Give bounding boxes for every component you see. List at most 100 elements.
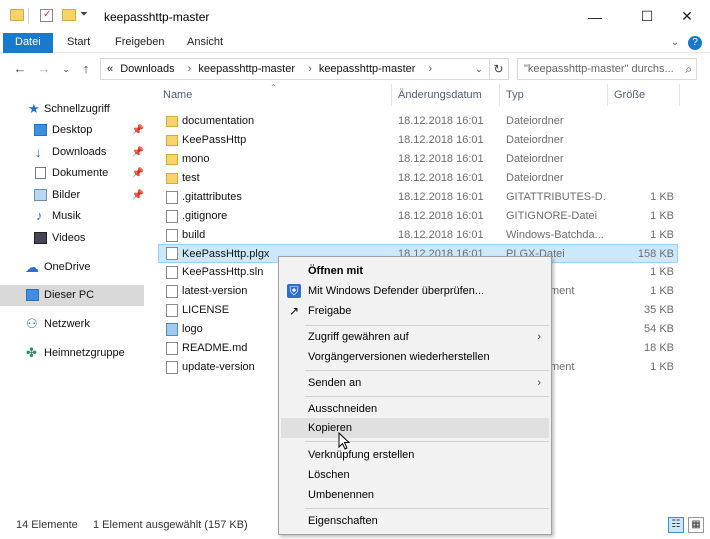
menu-item-label: Öffnen mit [308, 265, 363, 277]
search-icon[interactable]: ⌕ [685, 62, 692, 77]
file-date: 18.12.2018 16:01 [398, 153, 484, 165]
file-row[interactable]: mono 18.12.2018 16:01 Dateiordner [158, 150, 678, 169]
address-dropdown-icon[interactable]: ⌄ [470, 58, 488, 80]
nav-item-dieser-pc[interactable]: Dieser PC [0, 285, 144, 306]
column-header-size[interactable]: Größe [608, 84, 680, 106]
search-input[interactable]: "keepasshttp-master" durchs... [524, 63, 674, 75]
close-button[interactable]: ✕ [664, 0, 710, 33]
expand-ribbon-icon[interactable]: ⌄ [671, 37, 679, 48]
tab-start[interactable]: Start [55, 33, 102, 53]
nav-item-schnellzugriff[interactable]: ★ Schnellzugriff [0, 99, 150, 120]
menu-item-create-shortcut[interactable]: Verknüpfung erstellen [281, 445, 549, 465]
search-box[interactable]: "keepasshttp-master" durchs... ⌕ [517, 58, 697, 80]
file-date: 18.12.2018 16:01 [398, 191, 484, 203]
breadcrumb-overflow[interactable]: « [107, 63, 113, 75]
help-icon[interactable]: ? [688, 36, 702, 50]
menu-item-rename[interactable]: Umbenennen [281, 485, 549, 505]
tab-freigeben[interactable]: Freigeben [103, 33, 177, 53]
up-button[interactable]: ↑ [76, 59, 96, 79]
menu-item-grant-access[interactable]: Zugriff gewähren auf › [281, 327, 549, 347]
menu-item-open-with[interactable]: Öffnen mit [281, 261, 549, 281]
chevron-right-icon[interactable]: › [308, 63, 312, 75]
context-menu: Öffnen mit ⛨ Mit Windows Defender überpr… [278, 256, 552, 535]
address-bar[interactable]: « Downloads › keepasshttp-master › keepa… [100, 58, 490, 80]
menu-item-label: Eigenschaften [308, 515, 378, 527]
tab-datei[interactable]: Datei [3, 33, 53, 53]
menu-item-restore-versions[interactable]: Vorgängerversionen wiederherstellen [281, 347, 549, 367]
nav-item-heimnetzgruppe[interactable]: ✤ Heimnetzgruppe [0, 343, 150, 364]
file-date: 18.12.2018 16:01 [398, 134, 484, 146]
file-name: LICENSE [182, 304, 230, 316]
column-header-name[interactable]: Name [157, 84, 392, 106]
file-row[interactable]: build 18.12.2018 16:01 Windows-Batchda..… [158, 226, 678, 245]
file-size: 1 KB [650, 361, 674, 373]
file-icon [166, 342, 178, 355]
nav-item-videos[interactable]: Videos [0, 228, 150, 249]
new-folder-quick-icon[interactable] [62, 9, 76, 21]
item-count: 14 Elemente [16, 519, 78, 531]
large-icons-view-button[interactable]: ▦ [688, 517, 704, 533]
menu-item-send-to[interactable]: Senden an › [281, 373, 549, 393]
breadcrumb-downloads[interactable]: Downloads [120, 63, 174, 75]
nav-item-musik[interactable]: ♪ Musik [0, 206, 150, 227]
menu-item-share[interactable]: ↗ Freigabe [281, 301, 549, 321]
pin-icon[interactable]: 📌 [132, 120, 144, 141]
file-type: GITIGNORE-Datei [506, 210, 598, 222]
menu-item-label: Freigabe [308, 305, 352, 317]
file-type: Dateiordner [506, 134, 564, 146]
file-date: 18.12.2018 16:01 [398, 115, 484, 127]
file-row[interactable]: test 18.12.2018 16:01 Dateiordner [158, 169, 678, 188]
file-name: .gitignore [182, 210, 228, 222]
menu-item-copy[interactable]: Kopieren [281, 418, 549, 438]
menu-item-defender-scan[interactable]: ⛨ Mit Windows Defender überprüfen... [281, 281, 549, 301]
file-row[interactable]: documentation 18.12.2018 16:01 Dateiordn… [158, 112, 678, 131]
breadcrumb-keepasshttp-master-inner[interactable]: keepasshttp-master [319, 63, 416, 75]
pin-icon[interactable]: 📌 [132, 185, 144, 206]
file-name: .gitattributes [182, 191, 242, 203]
nav-item-bilder[interactable]: Bilder 📌 [0, 185, 150, 206]
title-separator [28, 8, 29, 24]
pin-icon[interactable]: 📌 [132, 142, 144, 163]
videos-icon [34, 232, 47, 244]
file-date: 18.12.2018 16:01 [398, 172, 484, 184]
menu-item-label: Zugriff gewähren auf [308, 331, 409, 343]
nav-item-desktop[interactable]: Desktop 📌 [0, 120, 150, 141]
pin-icon[interactable]: 📌 [132, 163, 144, 184]
file-date: 18.12.2018 16:01 [398, 229, 484, 241]
tab-ansicht[interactable]: Ansicht [175, 33, 235, 53]
nav-item-dokumente[interactable]: Dokumente 📌 [0, 163, 150, 184]
cloud-icon: ☁ [25, 259, 39, 275]
refresh-button[interactable]: ↻ [489, 58, 509, 80]
breadcrumb-keepasshttp-master[interactable]: keepasshttp-master [198, 63, 295, 75]
minimize-button[interactable]: — [572, 0, 618, 33]
file-type: Dateiordner [506, 172, 564, 184]
file-size: 158 KB [637, 248, 674, 260]
forward-button[interactable]: → [34, 59, 54, 79]
properties-quick-icon[interactable]: ✓ [40, 9, 53, 22]
menu-item-cut[interactable]: Ausschneiden [281, 399, 549, 419]
nav-item-onedrive[interactable]: ☁ OneDrive [0, 257, 150, 278]
file-row[interactable]: KeePassHttp 18.12.2018 16:01 Dateiordner [158, 131, 678, 150]
chevron-right-icon[interactable]: › [188, 63, 192, 75]
menu-item-delete[interactable]: Löschen [281, 465, 549, 485]
quick-access-dropdown-icon[interactable]: ⏷ [80, 9, 88, 20]
menu-separator [305, 396, 549, 397]
recent-locations-button[interactable]: ⌄ [56, 59, 76, 79]
back-button[interactable]: ← [10, 59, 30, 79]
details-view-button[interactable]: ☷ [668, 517, 684, 533]
nav-item-label: Musik [52, 210, 81, 222]
nav-item-label: Desktop [52, 124, 93, 136]
file-size: 1 KB [650, 229, 674, 241]
file-icon [166, 361, 178, 374]
chevron-right-icon[interactable]: › [428, 63, 432, 75]
nav-item-netzwerk[interactable]: ⚇ Netzwerk [0, 314, 150, 335]
column-header-date[interactable]: Änderungsdatum [392, 84, 500, 106]
nav-item-downloads[interactable]: ↓ Downloads 📌 [0, 142, 150, 163]
file-name: update-version [182, 361, 255, 373]
column-header-type[interactable]: Typ [500, 84, 608, 106]
file-row[interactable]: .gitattributes 18.12.2018 16:01 GITATTRI… [158, 188, 678, 207]
menu-item-properties[interactable]: Eigenschaften [281, 511, 549, 531]
nav-item-label: Netzwerk [44, 318, 90, 330]
share-icon: ↗ [288, 304, 300, 318]
file-row[interactable]: .gitignore 18.12.2018 16:01 GITIGNORE-Da… [158, 207, 678, 226]
